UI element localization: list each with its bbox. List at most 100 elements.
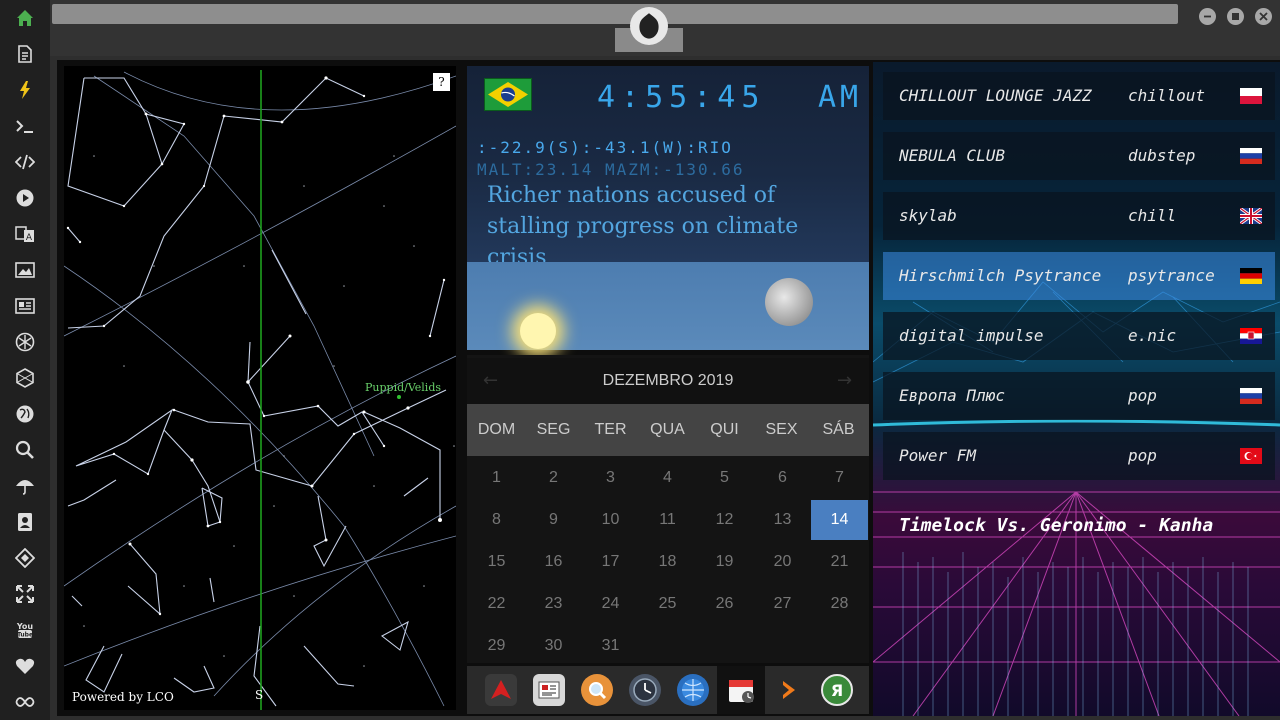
diamond-icon[interactable]: [13, 546, 37, 570]
search-app-icon[interactable]: [581, 674, 613, 706]
calendar-day[interactable]: 12: [696, 500, 753, 540]
calendar-app-icon[interactable]: [717, 666, 765, 714]
station-row[interactable]: Power FM pop: [883, 432, 1275, 480]
calendar-day[interactable]: 22: [468, 584, 525, 624]
calendar-day[interactable]: 7: [811, 458, 868, 498]
calendar-day[interactable]: 17: [582, 542, 639, 582]
calendar-day[interactable]: 15: [468, 542, 525, 582]
clock-app-icon[interactable]: [629, 674, 661, 706]
next-month-button[interactable]: →: [837, 370, 852, 391]
rebel-icon[interactable]: [13, 330, 37, 354]
station-name: Hirschmilch Psytrance: [899, 266, 1102, 285]
calendar-day[interactable]: 23: [525, 584, 582, 624]
globe-app-icon[interactable]: [677, 674, 709, 706]
home-icon[interactable]: [13, 6, 37, 30]
calendar-day[interactable]: 26: [696, 584, 753, 624]
station-row[interactable]: Европа Плюс pop: [883, 372, 1275, 420]
image-icon[interactable]: [13, 258, 37, 282]
calendar-day[interactable]: 21: [811, 542, 868, 582]
news-icon[interactable]: [13, 294, 37, 318]
code-icon[interactable]: [13, 150, 37, 174]
weekday-label: SÁB: [822, 421, 855, 438]
minimize-button[interactable]: [1199, 8, 1216, 25]
weekday-label: QUI: [710, 421, 739, 438]
infinity-icon[interactable]: [13, 690, 37, 714]
umbrella-icon[interactable]: [13, 474, 37, 498]
arch-app-icon[interactable]: [485, 674, 517, 706]
station-row[interactable]: skylab chill: [883, 192, 1275, 240]
expand-icon[interactable]: [13, 582, 37, 606]
svg-text:A: A: [26, 233, 33, 243]
calendar-day[interactable]: 13: [754, 500, 811, 540]
poland-flag: [1240, 88, 1262, 104]
rebel-logo-icon[interactable]: [630, 7, 668, 45]
powered-by-label: Powered by LCO: [72, 690, 174, 704]
globe-icon[interactable]: [13, 402, 37, 426]
translate-icon[interactable]: A: [13, 222, 37, 246]
calendar-day[interactable]: 9: [525, 500, 582, 540]
news-app-icon[interactable]: [533, 674, 565, 706]
calendar-day[interactable]: 2: [525, 458, 582, 498]
calendar-day[interactable]: 29: [468, 626, 525, 666]
hexagon-icon[interactable]: [13, 366, 37, 390]
weekday-label: QUA: [650, 421, 685, 438]
terminal-icon[interactable]: [13, 114, 37, 138]
station-name: NEBULA CLUB: [899, 146, 1005, 165]
station-genre: chill: [1128, 206, 1177, 225]
calendar-day[interactable]: 8: [468, 500, 525, 540]
station-row[interactable]: CHILLOUT LOUNGE JAZZ chillout: [883, 72, 1275, 120]
play-icon[interactable]: [13, 186, 37, 210]
station-name: CHILLOUT LOUNGE JAZZ: [899, 86, 1092, 105]
station-row[interactable]: NEBULA CLUB dubstep: [883, 132, 1275, 180]
sidebar: A You Tube: [0, 0, 50, 720]
calendar-day[interactable]: 5: [696, 458, 753, 498]
address-bar[interactable]: [52, 4, 1178, 24]
close-button[interactable]: [1255, 8, 1272, 25]
calendar-day[interactable]: 3: [582, 458, 639, 498]
calendar-day[interactable]: 25: [639, 584, 696, 624]
forward-app-icon[interactable]: [773, 674, 805, 706]
calendar-day[interactable]: 30: [525, 626, 582, 666]
youtube-icon[interactable]: You Tube: [13, 618, 37, 642]
calendar-day[interactable]: 28: [811, 584, 868, 624]
calendar-day[interactable]: 24: [582, 584, 639, 624]
clock-time: 4:55:45: [597, 80, 766, 115]
calendar-day[interactable]: 27: [754, 584, 811, 624]
weekday-label: SEX: [765, 421, 798, 438]
calendar-day[interactable]: 31: [582, 626, 639, 666]
maximize-button[interactable]: [1227, 8, 1244, 25]
calendar-day[interactable]: 16: [525, 542, 582, 582]
calendar-day[interactable]: 6: [754, 458, 811, 498]
svg-text:Tube: Tube: [17, 632, 33, 639]
calendar-day[interactable]: 19: [696, 542, 753, 582]
calendar-day[interactable]: 10: [582, 500, 639, 540]
search-icon[interactable]: [13, 438, 37, 462]
station-genre: pop: [1128, 386, 1157, 405]
station-row[interactable]: digital impulse e.nic: [883, 312, 1275, 360]
turkey-flag: [1240, 448, 1262, 464]
calendar-day[interactable]: 20: [754, 542, 811, 582]
now-playing-title: Timelock Vs. Geronimo - Kanha: [899, 515, 1214, 536]
south-label: S: [255, 688, 264, 702]
contact-icon[interactable]: [13, 510, 37, 534]
station-row-active[interactable]: Hirschmilch Psytrance psytrance: [883, 252, 1275, 300]
heart-icon[interactable]: [13, 654, 37, 678]
calendar-day[interactable]: 11: [639, 500, 696, 540]
calendar-day[interactable]: 4: [639, 458, 696, 498]
station-genre: chillout: [1128, 86, 1206, 105]
brazil-flag: [484, 78, 532, 111]
calendar-day[interactable]: 18: [639, 542, 696, 582]
weekday-label: TER: [594, 421, 627, 438]
constellation-label: Puppid/Velids: [365, 381, 442, 394]
croatia-flag: [1240, 328, 1262, 344]
russia-flag: [1240, 148, 1262, 164]
russia-flag: [1240, 388, 1262, 404]
calendar-day[interactable]: 1: [468, 458, 525, 498]
calendar-day-selected[interactable]: 14: [811, 500, 868, 540]
yandex-app-icon[interactable]: Я: [821, 674, 853, 706]
clock-ampm: AM: [818, 80, 863, 115]
help-button[interactable]: ?: [433, 73, 450, 91]
document-icon[interactable]: [13, 42, 37, 66]
lightning-icon[interactable]: [13, 78, 37, 102]
news-headline[interactable]: Richer nations accused of stalling progr…: [487, 180, 847, 273]
